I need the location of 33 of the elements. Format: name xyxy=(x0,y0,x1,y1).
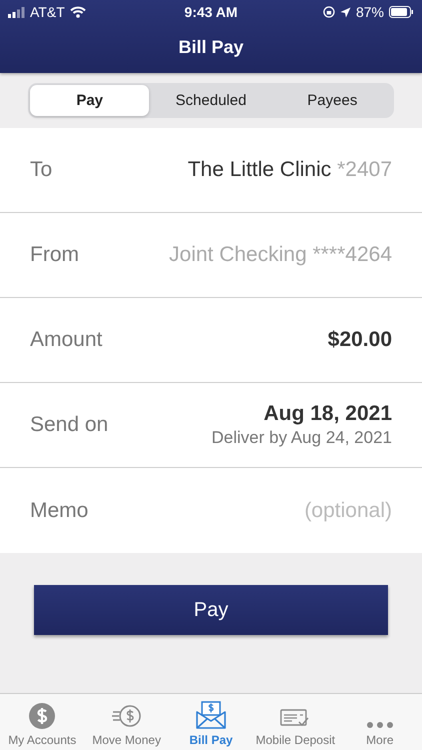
carrier-name: AT&T xyxy=(30,4,65,20)
wifi-icon xyxy=(70,6,86,18)
dollar-transfer-icon xyxy=(112,703,142,729)
memo-field[interactable]: (optional) xyxy=(192,498,392,522)
tab-bar-item[interactable]: Move Money xyxy=(84,694,169,750)
field-label: From xyxy=(30,243,79,267)
field-label: Amount xyxy=(30,328,102,352)
field-label: To xyxy=(30,158,52,182)
amount-field[interactable]: $20.00 xyxy=(328,328,392,352)
screen-title: Bill Pay xyxy=(177,37,245,58)
tab-bar-item[interactable]: More xyxy=(338,694,422,750)
tab-bar-item[interactable]: Bill Pay xyxy=(168,694,254,750)
tab-bar-item[interactable]: My Accounts xyxy=(0,694,84,750)
segment-tab[interactable]: Pay xyxy=(30,85,150,116)
field-label: Memo xyxy=(30,498,88,522)
dollar-coin-icon xyxy=(29,703,56,729)
envelope-bill-icon xyxy=(196,701,226,729)
segment-tab[interactable]: Scheduled xyxy=(151,85,271,116)
location-icon xyxy=(340,6,351,18)
battery-icon xyxy=(388,6,414,18)
check-card-icon xyxy=(280,707,310,729)
payee-field[interactable]: The Little Clinic *2407 xyxy=(188,158,392,182)
send-date[interactable]: Aug 18, 2021 xyxy=(264,402,392,426)
battery-percent: 87% xyxy=(356,4,384,20)
tab-bar-item[interactable]: Mobile Deposit xyxy=(253,694,338,750)
pay-button[interactable]: Pay xyxy=(34,585,388,635)
signal-icon xyxy=(8,6,25,18)
field-label: Send on xyxy=(30,413,108,437)
rotation-lock-icon xyxy=(322,6,335,18)
delivery-date: Deliver by Aug 24, 2021 xyxy=(211,428,392,448)
status-time: 9:43 AM xyxy=(184,4,238,20)
segment-tab[interactable]: Payees xyxy=(272,85,392,116)
more-icon xyxy=(366,721,394,729)
